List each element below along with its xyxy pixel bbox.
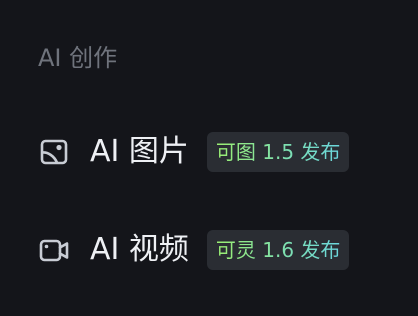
image-icon [38, 136, 70, 168]
nav-item-label: AI 图片 [90, 134, 189, 169]
release-badge-text: 可图 1.5 发布 [207, 132, 350, 172]
release-badge: 可灵 1.6 发布 [206, 230, 350, 270]
release-badge-text: 可灵 1.6 发布 [207, 230, 350, 270]
nav-item-label: AI 视频 [90, 232, 189, 267]
section-title-ai-creation: AI 创作 [38, 44, 118, 72]
release-badge: 可图 1.5 发布 [206, 132, 350, 172]
nav-item-ai-video[interactable]: AI 视频 可灵 1.6 发布 [38, 230, 350, 270]
nav-item-ai-image[interactable]: AI 图片 可图 1.5 发布 [38, 132, 350, 172]
video-camera-icon [38, 234, 70, 266]
